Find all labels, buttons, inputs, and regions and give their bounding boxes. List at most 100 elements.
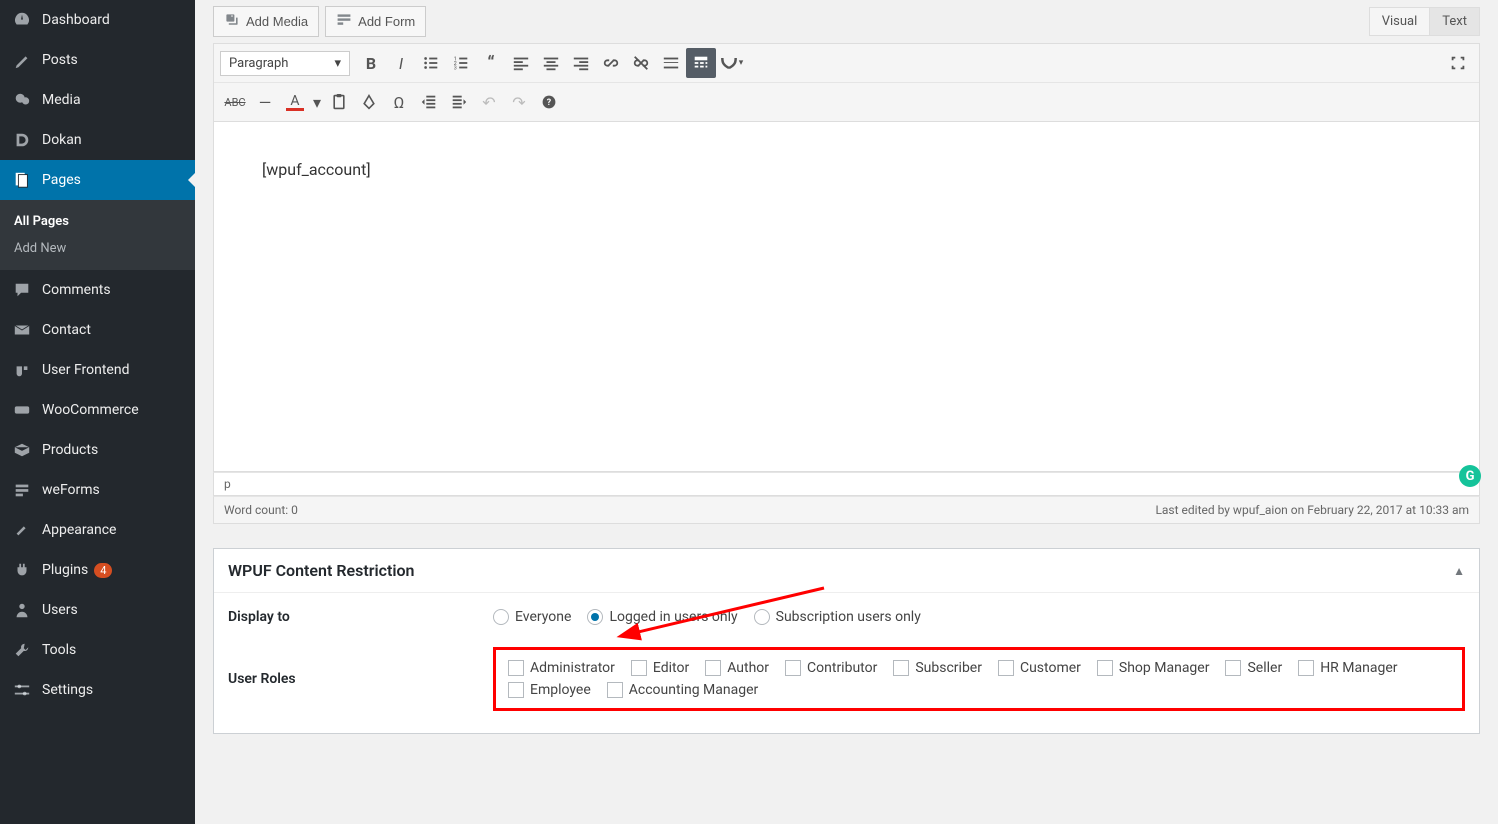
submenu-item-add-new[interactable]: Add New	[0, 235, 195, 262]
checkbox-icon	[1097, 660, 1113, 676]
path-indicator: p	[224, 477, 231, 491]
align-right-button[interactable]	[566, 48, 596, 78]
sidebar-item-contact[interactable]: Contact	[0, 310, 195, 350]
distraction-free-button[interactable]	[1443, 48, 1473, 78]
tools-icon	[12, 640, 32, 660]
contact-icon	[12, 320, 32, 340]
italic-button[interactable]: I	[386, 48, 416, 78]
last-edited-text: Last edited by wpuf_aion on February 22,…	[1155, 503, 1469, 517]
submenu-item-all-pages[interactable]: All Pages	[0, 208, 195, 235]
textcolor-button[interactable]: A	[280, 87, 310, 117]
display-option-subscription-users-only[interactable]: Subscription users only	[754, 609, 921, 625]
sidebar-item-settings[interactable]: Settings	[0, 670, 195, 710]
strikethrough-button[interactable]: ABC	[220, 87, 250, 117]
sidebar-item-label: Plugins	[42, 562, 88, 578]
settings-icon	[12, 680, 32, 700]
sidebar-item-label: Posts	[42, 52, 78, 68]
checkbox-icon	[998, 660, 1014, 676]
help-button[interactable]: ?	[534, 87, 564, 117]
undo-button[interactable]: ↶	[474, 87, 504, 117]
format-select[interactable]: Paragraph ▾	[220, 51, 350, 76]
align-center-button[interactable]	[536, 48, 566, 78]
sidebar-item-pages[interactable]: Pages	[0, 160, 195, 200]
add-form-label: Add Form	[358, 14, 415, 29]
sidebar-item-appearance[interactable]: Appearance	[0, 510, 195, 550]
grammarly-icon[interactable]: G	[1459, 465, 1481, 487]
sidebar-item-label: Media	[42, 92, 81, 108]
role-option-hr-manager[interactable]: HR Manager	[1298, 660, 1397, 676]
editor-body[interactable]: [wpuf_account]	[213, 122, 1480, 472]
svg-text:?: ?	[547, 98, 552, 108]
sidebar-item-weforms[interactable]: weForms	[0, 470, 195, 510]
woocommerce-icon	[12, 400, 32, 420]
editor-status-bar: Word count: 0 Last edited by wpuf_aion o…	[213, 496, 1480, 524]
bold-button[interactable]: B	[356, 48, 386, 78]
chevron-down-icon: ▾	[334, 56, 341, 71]
sidebar-item-label: Dashboard	[42, 12, 110, 28]
dokan-icon	[12, 130, 32, 150]
sidebar-item-products[interactable]: Products	[0, 430, 195, 470]
role-option-administrator[interactable]: Administrator	[508, 660, 615, 676]
outdent-button[interactable]	[414, 87, 444, 117]
sidebar-item-user-frontend[interactable]: User Frontend	[0, 350, 195, 390]
sidebar-item-posts[interactable]: Posts	[0, 40, 195, 80]
kitchen-sink-button[interactable]	[686, 48, 716, 78]
checkbox-icon	[508, 682, 524, 698]
blockquote-button[interactable]: “	[476, 48, 506, 78]
sidebar-item-comments[interactable]: Comments	[0, 270, 195, 310]
pages-icon	[12, 170, 32, 190]
sidebar-item-woocommerce[interactable]: WooCommerce	[0, 390, 195, 430]
checkbox-icon	[508, 660, 524, 676]
panel-title: WPUF Content Restriction	[228, 561, 414, 580]
sidebar-item-dashboard[interactable]: Dashboard	[0, 0, 195, 40]
indent-button[interactable]	[444, 87, 474, 117]
panel-header[interactable]: WPUF Content Restriction ▲	[214, 549, 1479, 593]
editor-path-bar: p G	[213, 472, 1480, 496]
sidebar-item-label: Comments	[42, 282, 111, 298]
sidebar-item-label: Appearance	[42, 522, 116, 538]
sidebar-item-dokan[interactable]: Dokan	[0, 120, 195, 160]
redo-button[interactable]: ↷	[504, 87, 534, 117]
hr-button[interactable]: —	[250, 87, 280, 117]
clear-format-button[interactable]	[354, 87, 384, 117]
radio-icon	[754, 609, 770, 625]
user-frontend-icon	[12, 360, 32, 380]
add-media-label: Add Media	[246, 14, 308, 29]
role-option-editor[interactable]: Editor	[631, 660, 689, 676]
plugins-update-badge: 4	[94, 563, 112, 578]
panel-toggle-icon[interactable]: ▲	[1453, 564, 1465, 578]
display-option-everyone[interactable]: Everyone	[493, 609, 571, 625]
sidebar-item-users[interactable]: Users	[0, 590, 195, 630]
special-button[interactable]: ▾	[716, 48, 746, 78]
role-option-accounting-manager[interactable]: Accounting Manager	[607, 682, 759, 698]
sidebar-item-label: User Frontend	[42, 362, 129, 378]
bullet-list-button[interactable]	[416, 48, 446, 78]
sidebar-item-media[interactable]: Media	[0, 80, 195, 120]
add-form-button[interactable]: Add Form	[325, 6, 426, 37]
role-option-contributor[interactable]: Contributor	[785, 660, 877, 676]
role-option-customer[interactable]: Customer	[998, 660, 1081, 676]
sidebar-item-label: Contact	[42, 322, 91, 338]
role-option-shop-manager[interactable]: Shop Manager	[1097, 660, 1210, 676]
sidebar-item-label: Products	[42, 442, 98, 458]
add-media-button[interactable]: Add Media	[213, 6, 319, 37]
role-option-author[interactable]: Author	[705, 660, 769, 676]
role-option-seller[interactable]: Seller	[1225, 660, 1282, 676]
link-button[interactable]	[596, 48, 626, 78]
special-char-button[interactable]: Ω	[384, 87, 414, 117]
tab-text[interactable]: Text	[1430, 7, 1480, 36]
sidebar-item-tools[interactable]: Tools	[0, 630, 195, 670]
unlink-button[interactable]	[626, 48, 656, 78]
role-option-employee[interactable]: Employee	[508, 682, 591, 698]
sidebar-item-plugins[interactable]: Plugins 4	[0, 550, 195, 590]
textcolor-dropdown[interactable]: ▾	[310, 87, 324, 117]
media-icon	[224, 12, 240, 31]
users-icon	[12, 600, 32, 620]
readmore-button[interactable]	[656, 48, 686, 78]
numbered-list-button[interactable]: 123	[446, 48, 476, 78]
paste-text-button[interactable]	[324, 87, 354, 117]
role-option-subscriber[interactable]: Subscriber	[893, 660, 982, 676]
tab-visual[interactable]: Visual	[1369, 7, 1431, 36]
align-left-button[interactable]	[506, 48, 536, 78]
display-option-logged-in-users-only[interactable]: Logged in users only	[587, 609, 737, 625]
